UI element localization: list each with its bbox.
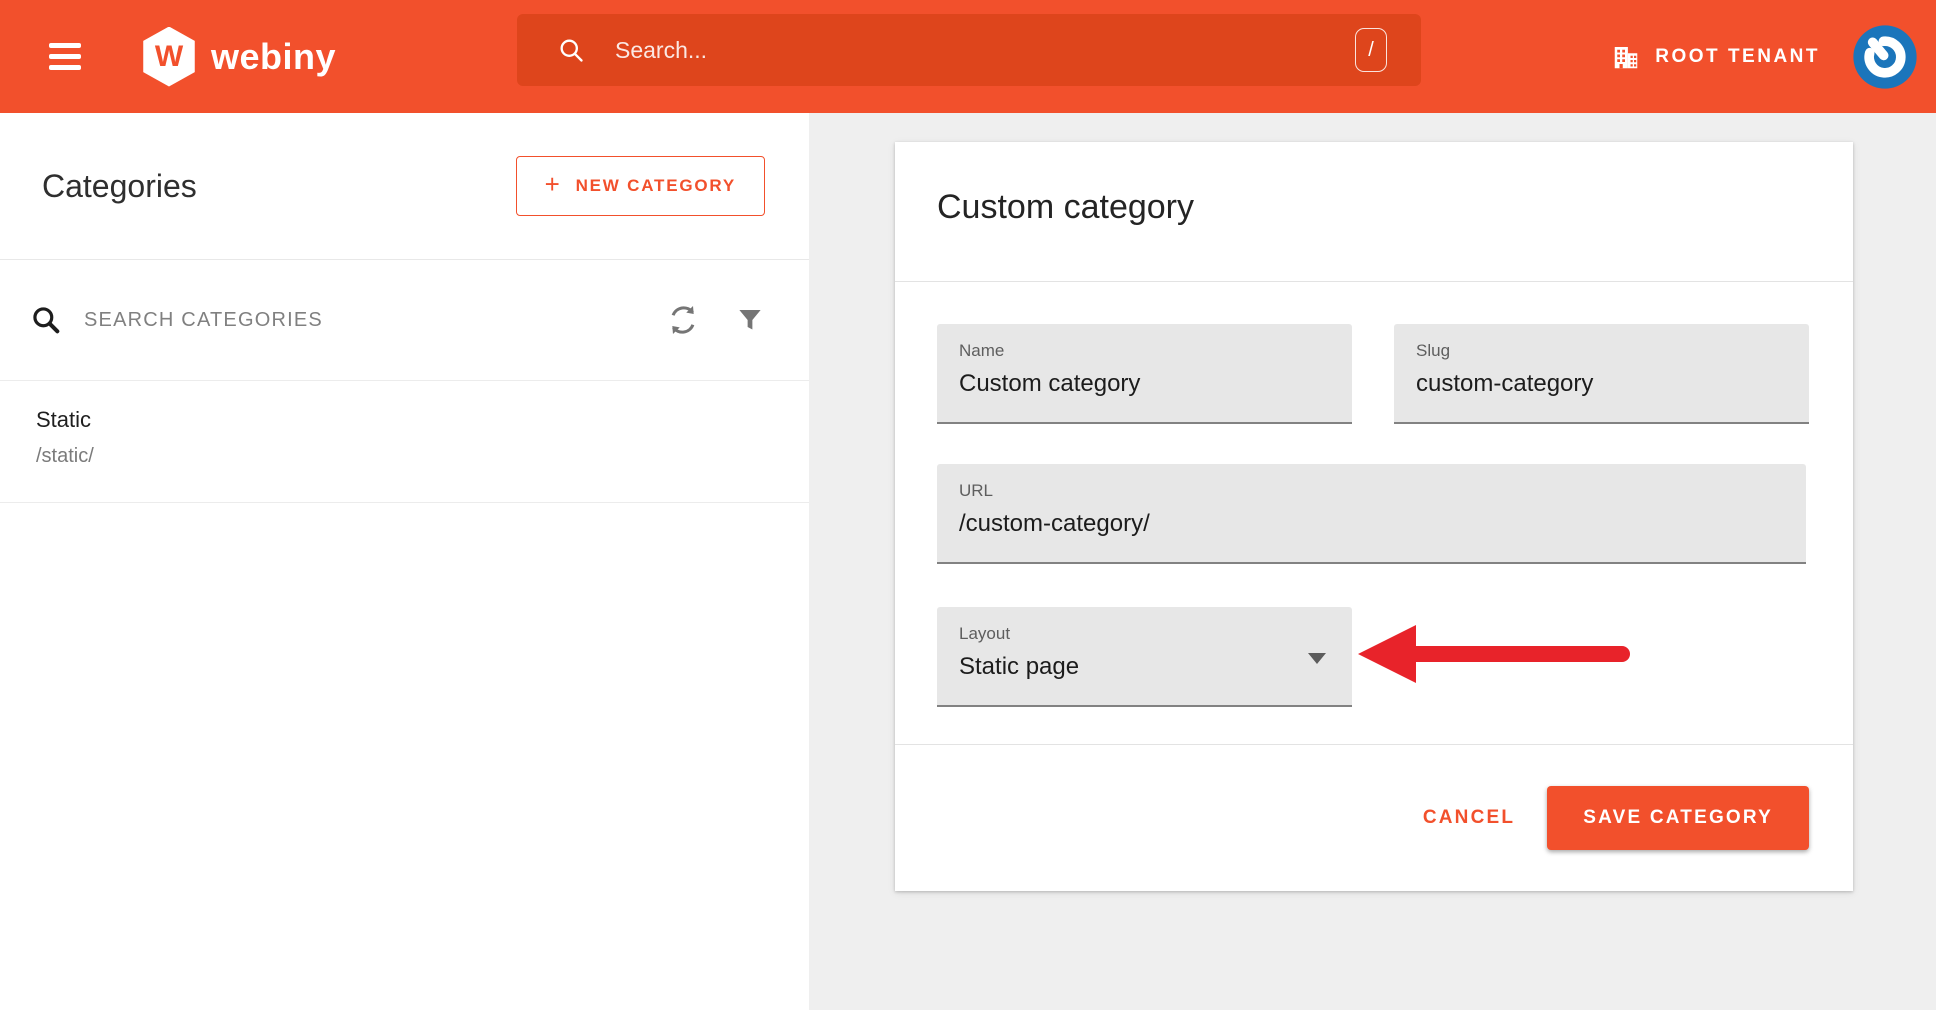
- save-category-button[interactable]: SAVE CATEGORY: [1547, 786, 1809, 850]
- arrow-head-icon: [1358, 625, 1416, 683]
- search-icon: [557, 36, 585, 64]
- categories-list-panel: Categories + NEW CATEGORY: [0, 113, 809, 1010]
- search-icon: [30, 304, 62, 336]
- slug-field[interactable]: Slug: [1394, 324, 1809, 424]
- slug-input[interactable]: [1416, 370, 1787, 398]
- top-app-bar: W webiny /: [0, 0, 1936, 113]
- category-url: /static/: [36, 445, 809, 468]
- name-field[interactable]: Name: [937, 324, 1352, 424]
- slash-shortcut-key: /: [1355, 28, 1387, 72]
- layout-selected-value: Static page: [959, 653, 1330, 681]
- global-search-input[interactable]: [615, 37, 1355, 64]
- logo-initial: W: [155, 40, 183, 74]
- filter-button[interactable]: [735, 305, 765, 335]
- refresh-icon: [665, 302, 701, 338]
- new-category-label: NEW CATEGORY: [576, 176, 736, 196]
- category-name: Static: [36, 407, 809, 433]
- url-label: URL: [959, 481, 1784, 501]
- category-list-item[interactable]: Static /static/: [0, 381, 809, 503]
- refresh-button[interactable]: [665, 302, 701, 338]
- tenant-selector[interactable]: ROOT TENANT: [1611, 42, 1820, 72]
- name-label: Name: [959, 341, 1330, 361]
- url-field[interactable]: URL: [937, 464, 1806, 564]
- user-avatar[interactable]: [1852, 24, 1918, 90]
- form-footer: CANCEL SAVE CATEGORY: [895, 744, 1853, 891]
- layout-label: Layout: [959, 624, 1330, 644]
- annotation-arrow: [1358, 625, 1632, 683]
- layout-select[interactable]: Layout Static page: [937, 607, 1352, 707]
- menu-icon[interactable]: [49, 37, 81, 77]
- webiny-hexagon-icon: W: [141, 27, 197, 87]
- building-icon: [1611, 42, 1641, 72]
- global-search-bar[interactable]: /: [517, 14, 1421, 86]
- categories-search-row: [0, 260, 809, 381]
- tenant-label: ROOT TENANT: [1655, 46, 1820, 68]
- slug-label: Slug: [1416, 341, 1787, 361]
- name-input[interactable]: [959, 370, 1330, 398]
- form-title: Custom category: [937, 188, 1811, 227]
- cancel-button[interactable]: CANCEL: [1417, 797, 1521, 839]
- url-input[interactable]: [959, 510, 1784, 538]
- plus-icon: +: [545, 169, 562, 200]
- chevron-down-icon: [1308, 653, 1326, 664]
- arrow-shaft: [1412, 646, 1630, 662]
- new-category-button[interactable]: + NEW CATEGORY: [516, 156, 765, 216]
- logo-wordmark: webiny: [211, 36, 336, 78]
- gravatar-icon: [1852, 24, 1918, 90]
- category-detail-panel: Custom category Name Slug URL Layout Sta…: [809, 113, 1936, 1010]
- page-title: Categories: [42, 168, 197, 205]
- filter-icon: [735, 305, 765, 335]
- categories-search-input[interactable]: [84, 309, 665, 332]
- form-title-block: Custom category: [895, 142, 1853, 282]
- category-form-card: Custom category Name Slug URL Layout Sta…: [895, 142, 1853, 891]
- topbar-right-section: ROOT TENANT: [1611, 0, 1918, 113]
- webiny-logo[interactable]: W webiny: [141, 27, 336, 87]
- categories-header: Categories + NEW CATEGORY: [0, 113, 809, 260]
